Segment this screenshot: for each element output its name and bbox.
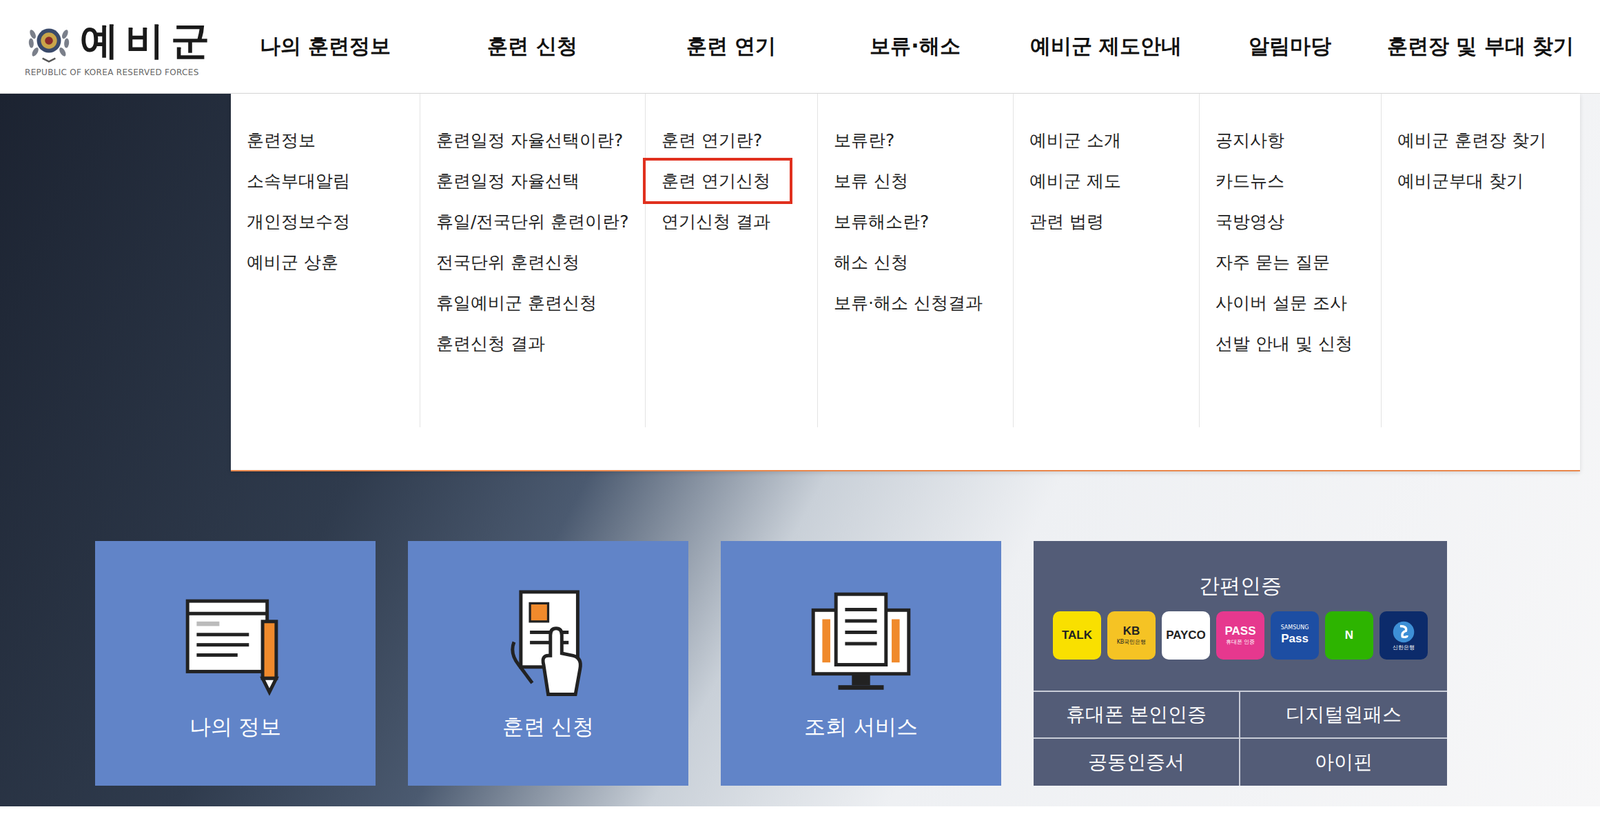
menu-item[interactable]: 훈련일정 자율선택이란? [420, 119, 643, 161]
menu-item[interactable]: 선발 안내 및 신청 [1199, 323, 1372, 364]
menu-item[interactable]: 예비군 제도 [1013, 160, 1141, 202]
menu-item[interactable]: 자주 묻는 질문 [1199, 241, 1350, 283]
nav-item[interactable]: 훈련장 및 부대 찾기 [1380, 32, 1581, 61]
auth-method-button[interactable]: 휴대폰 본인인증 [1033, 691, 1241, 739]
auth-app-button[interactable]: TALK [1052, 611, 1102, 660]
menu-item[interactable]: 보류해소란? [817, 201, 949, 242]
menu-column: 예비군 소개예비군 제도관련 법령 [1012, 93, 1199, 428]
document-touch-icon [491, 585, 605, 699]
menu-item[interactable]: 연기신청 결과 [645, 201, 790, 242]
menu-item[interactable]: 보류 신청 [817, 160, 928, 202]
auth-app-label: TALK [1061, 629, 1093, 643]
menu-item[interactable]: 휴일/전국단위 훈련이란? [420, 201, 649, 242]
quick-link-label: 나의 정보 [189, 712, 282, 742]
menu-column: 보류란?보류 신청보류해소란?해소 신청보류·해소 신청결과 [817, 93, 1013, 428]
menu-item[interactable]: 훈련 연기란? [645, 119, 782, 161]
menu-item[interactable]: 예비군부대 찾기 [1381, 160, 1543, 202]
logo-title: 예비군 [79, 19, 217, 63]
auth-apps: TALKKBKB국민은행PAYCOPASS휴대폰 인증SAMSUNGPassN신… [1052, 611, 1428, 660]
menu-item[interactable]: 훈련일정 자율선택 [420, 160, 599, 202]
menu-column: 훈련정보소속부대알림개인정보수정예비군 상훈 [230, 93, 420, 428]
menu-item[interactable]: 공지사항 [1199, 119, 1304, 161]
menu-item[interactable]: 관련 법령 [1013, 201, 1124, 242]
menu-item[interactable]: 국방영상 [1199, 201, 1304, 242]
quick-link-card[interactable]: 나의 정보 [95, 540, 376, 786]
menu-item[interactable]: 보류·해소 신청결과 [817, 282, 1002, 324]
auth-methods: 휴대폰 본인인증디지털원패스공동인증서아이핀 [1033, 690, 1448, 786]
nav-item[interactable]: 알림마당 [1198, 32, 1381, 61]
auth-app-label: 신한은행 [1392, 644, 1415, 652]
mega-menu: 훈련정보소속부대알림개인정보수정예비군 상훈훈련일정 자율선택이란?훈련일정 자… [230, 93, 1581, 472]
nav-item[interactable]: 나의 훈련정보 [230, 32, 420, 61]
emblem-icon [24, 16, 74, 65]
auth-app-button[interactable]: SAMSUNGPass [1270, 611, 1319, 660]
menu-column: 훈련 연기란?훈련 연기신청연기신청 결과 [644, 93, 818, 428]
menu-item[interactable]: 예비군 소개 [1013, 119, 1141, 161]
easy-auth: 간편인증TALKKBKB국민은행PAYCOPASS휴대폰 인증SAMSUNGPa… [1033, 540, 1448, 691]
auth-app-label: Pass [1280, 632, 1309, 646]
header: 예비군REPUBLIC OF KOREA RESERVED FORCES나의 훈… [0, 0, 1600, 94]
menu-item[interactable]: 전국단위 훈련신청 [420, 241, 599, 283]
menu-column: 예비군 훈련장 찾기예비군부대 찾기 [1380, 93, 1581, 428]
menu-item[interactable]: 훈련신청 결과 [420, 323, 565, 364]
document-pencil-icon [178, 585, 293, 699]
auth-app-button[interactable]: PASS휴대폰 인증 [1216, 611, 1265, 660]
nav-item[interactable]: 예비군 제도안내 [1012, 32, 1199, 61]
auth-method-button[interactable]: 디지털원패스 [1240, 691, 1448, 739]
menu-item[interactable]: 개인정보수정 [230, 201, 370, 242]
nav-item[interactable]: 훈련 연기 [644, 32, 818, 61]
auth-app-caption: SAMSUNG [1280, 624, 1310, 632]
menu-column: 훈련일정 자율선택이란?훈련일정 자율선택휴일/전국단위 훈련이란?전국단위 훈… [419, 93, 645, 428]
quick-link-label: 조회 서비스 [804, 712, 918, 742]
menu-item[interactable]: 예비군 상훈 [230, 241, 358, 283]
auth-app-label: N [1345, 629, 1354, 643]
logo-subtitle: REPUBLIC OF KOREA RESERVED FORCES [24, 67, 231, 78]
auth-app-button[interactable]: KBKB국민은행 [1107, 611, 1156, 660]
menu-item[interactable]: 예비군 훈련장 찾기 [1381, 119, 1566, 161]
menu-column: 공지사항카드뉴스국방영상자주 묻는 질문사이버 설문 조사선발 안내 및 신청 [1198, 93, 1381, 428]
nav-item[interactable]: 훈련 신청 [419, 32, 645, 61]
quick-link-label: 훈련 신청 [502, 712, 595, 742]
auth-panel: 간편인증TALKKBKB국민은행PAYCOPASS휴대폰 인증SAMSUNGPa… [1033, 540, 1448, 786]
nav-item[interactable]: 보류·해소 [817, 32, 1013, 61]
quick-link-card[interactable]: 훈련 신청 [407, 540, 689, 786]
menu-item[interactable]: 소속부대알림 [230, 160, 370, 202]
menu-item[interactable]: 훈련정보 [230, 119, 335, 161]
auth-app-label: KB [1123, 624, 1141, 639]
auth-method-button[interactable]: 공동인증서 [1033, 738, 1241, 786]
hero: 나의 정보 훈련 신청 조회 서비스 간편인증 TALK KBKB국민은행 PAYCO PAS… [0, 93, 1600, 807]
bank-emblem-icon [1391, 620, 1416, 644]
auth-app-button[interactable]: PAYCO [1161, 611, 1210, 660]
logo[interactable]: 예비군 REPUBLIC OF KOREA RESERVED FORCES [0, 0, 231, 94]
auth-title: 간편인증 [1198, 571, 1282, 601]
page: 예비군REPUBLIC OF KOREA RESERVED FORCES나의 훈… [0, 0, 1600, 816]
logo-row: 예비군 [24, 16, 231, 65]
menu-item[interactable]: 보류란? [817, 119, 914, 161]
menu-item[interactable]: 훈련 연기신청 [645, 160, 790, 202]
quick-link-card[interactable]: 조회 서비스 [720, 540, 1002, 786]
monitor-document-icon [804, 585, 918, 699]
auth-app-button[interactable]: 신한은행 [1379, 611, 1428, 660]
auth-app-label: PASS [1224, 624, 1256, 639]
auth-app-caption: KB국민은행 [1116, 639, 1147, 646]
auth-app-button[interactable]: N [1325, 611, 1374, 660]
auth-method-button[interactable]: 아이핀 [1240, 738, 1448, 786]
menu-item[interactable]: 사이버 설문 조사 [1199, 282, 1367, 324]
auth-app-caption: 휴대폰 인증 [1225, 639, 1256, 646]
menu-item[interactable]: 휴일예비군 훈련신청 [420, 282, 617, 324]
main-nav: 나의 훈련정보훈련 신청훈련 연기보류·해소예비군 제도안내알림마당훈련장 및 … [230, 0, 1581, 94]
auth-app-label: PAYCO [1165, 629, 1206, 643]
menu-item[interactable]: 해소 신청 [817, 241, 928, 283]
menu-item[interactable]: 카드뉴스 [1199, 160, 1304, 202]
